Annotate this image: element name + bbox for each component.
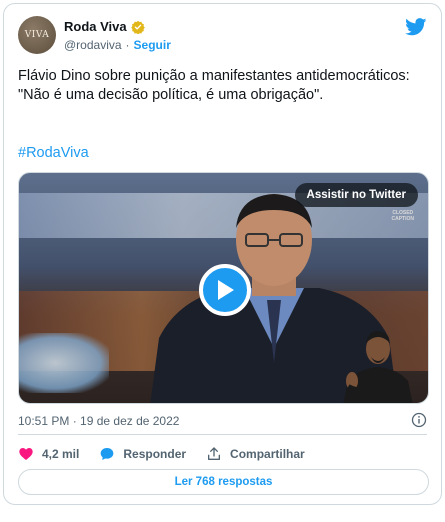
background-light [19,333,109,393]
video-thumbnail[interactable]: Assistir no Twitter CLOSED CAPTION [18,172,429,404]
handle[interactable]: @rodaviva [64,38,122,52]
cc-line-2: CAPTION [391,216,415,222]
sign-language-interpreter [343,331,413,403]
verified-badge-icon [130,20,145,34]
divider [18,434,427,435]
like-button[interactable]: 4,2 mil [18,446,79,462]
twitter-bird-icon[interactable] [405,18,427,36]
tweet-meta: 10:51 PM · 19 de dez de 2022 [18,412,427,430]
hashtag-link[interactable]: #RodaViva [18,145,89,161]
read-replies-button[interactable]: Ler 768 respostas [18,469,429,495]
avatar-text: VIVA [24,30,50,40]
watch-on-twitter-button[interactable]: Assistir no Twitter [294,183,418,207]
info-icon[interactable] [411,412,427,428]
play-icon [218,280,234,300]
reply-button[interactable]: Responder [99,446,186,462]
like-count: 4,2 mil [42,447,80,461]
reply-bubble-icon [101,448,114,460]
share-label: Compartilhar [230,447,305,461]
share-icon [208,447,221,460]
handle-row: @rodaviva · Seguir [64,38,171,52]
action-bar: 4,2 mil Responder Compartilhar [18,445,427,463]
play-button[interactable] [199,264,251,316]
display-name[interactable]: Roda Viva [64,19,127,34]
reply-label: Responder [123,447,187,461]
share-button[interactable]: Compartilhar [206,446,305,462]
heart-icon [19,448,33,460]
follow-button[interactable]: Seguir [134,38,171,52]
timestamp-link[interactable]: 10:51 PM · 19 de dez de 2022 [18,414,179,428]
separator: · [125,38,130,52]
tweet-header: VIVA Roda Viva @rodaviva · Seguir [18,16,427,58]
tweet-text: Flávio Dino sobre punição a manifestante… [18,68,410,103]
tweet-card: VIVA Roda Viva @rodaviva · Seguir Flávio… [3,3,442,505]
name-row: Roda Viva [64,19,145,34]
avatar[interactable]: VIVA [18,16,56,54]
closed-caption-label: CLOSED CAPTION [392,210,415,222]
